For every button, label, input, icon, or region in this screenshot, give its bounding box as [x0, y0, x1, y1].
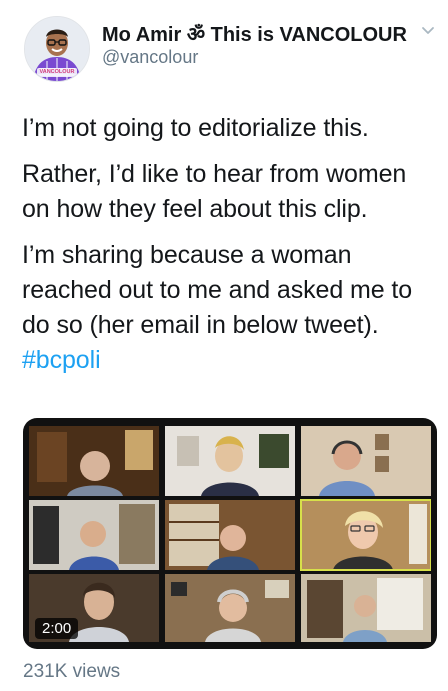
participant-tile [29, 426, 159, 496]
avatar-caption: VANCOLOUR [39, 69, 75, 75]
participant-tile [301, 500, 431, 570]
tweet-paragraph: I’m sharing because a woman reached out … [22, 241, 412, 339]
hashtag-link[interactable]: #bcpoli [22, 343, 432, 378]
video-player[interactable]: 2:00 [23, 418, 437, 649]
tweet-paragraph: Rather, I’d like to hear from women on h… [22, 160, 407, 223]
participant-tile [165, 426, 295, 496]
participant-tile [165, 574, 295, 642]
video-timestamp: 2:00 [35, 618, 79, 639]
participant-tile [165, 500, 295, 570]
participant-tile [301, 426, 431, 496]
chevron-down-icon[interactable] [420, 22, 436, 38]
tweet-body: I’m not going to editorialize this. Rath… [22, 111, 432, 378]
author-handle[interactable]: @vancolour [102, 47, 198, 68]
participant-tile [301, 574, 431, 642]
video-call-grid [29, 426, 431, 642]
author-avatar[interactable]: VANCOLOUR [24, 16, 90, 82]
tweet-paragraph: I’m not going to editorialize this. [22, 114, 369, 142]
author-display-name[interactable]: Mo Amir ॐ This is VANCOLOUR [102, 20, 407, 47]
participant-tile [29, 500, 159, 570]
tweet-header: VANCOLOUR Mo Amir ॐ This is VANCOLOUR @v… [0, 0, 448, 90]
view-count: 231K views [23, 661, 121, 682]
